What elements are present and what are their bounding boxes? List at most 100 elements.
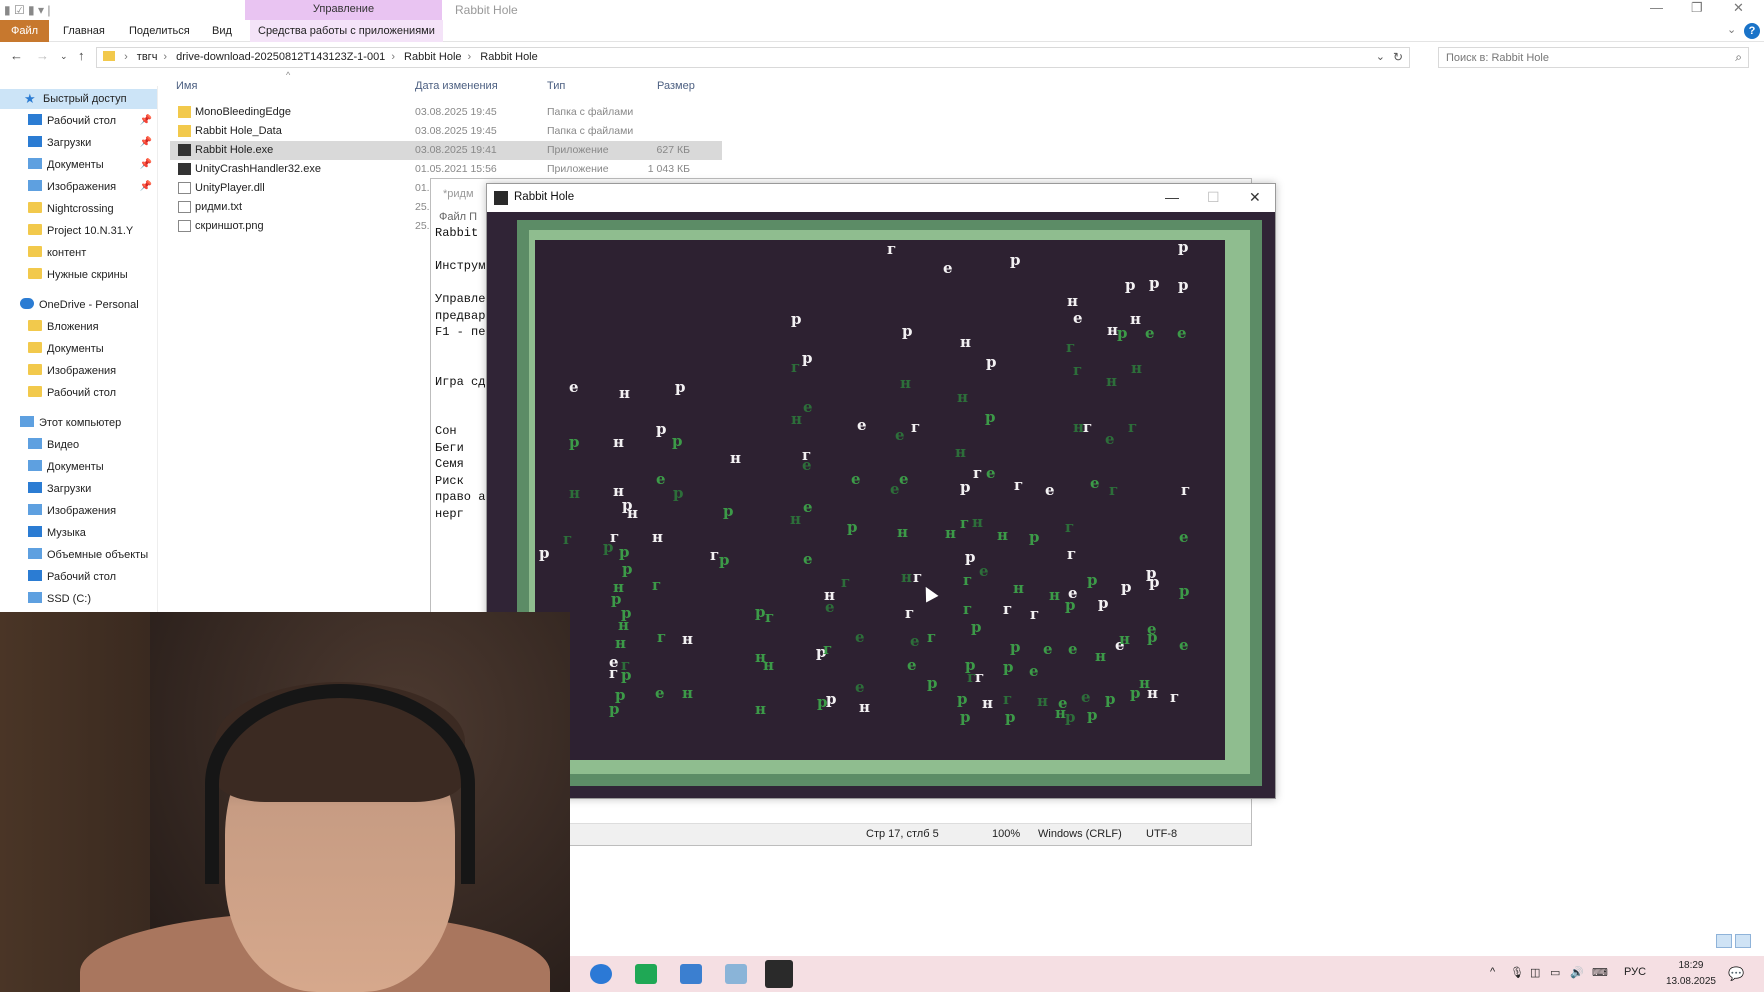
address-dropdown-icon[interactable]: ⌄ [1376, 50, 1385, 63]
sidebar-item[interactable]: Рабочий стол [28, 383, 116, 403]
tab-share[interactable]: Поделиться [121, 20, 198, 42]
sidebar-item[interactable]: Загрузки [28, 479, 91, 499]
board-glyph: е [656, 470, 666, 488]
board-glyph: р [1003, 658, 1014, 676]
tab-home[interactable]: Главная [55, 20, 113, 42]
board-glyph: р [621, 666, 632, 684]
file-row-selected[interactable]: Rabbit Hole.exe 03.08.2025 19:41 Приложе… [170, 141, 722, 160]
tab-file[interactable]: Файл [0, 20, 49, 42]
file-row[interactable]: MonoBleedingEdge 03.08.2025 19:45 Папка … [170, 103, 722, 122]
sidebar-item[interactable]: Изображения [28, 361, 116, 381]
volume-icon[interactable]: 🔊 [1570, 966, 1584, 979]
breadcrumb-item[interactable]: drive-download-20250812T143123Z-1-001 [176, 51, 385, 63]
forward-icon[interactable]: → [36, 48, 49, 63]
sidebar-this-pc[interactable]: Этот компьютер [20, 413, 121, 433]
board-glyph: г [1073, 361, 1083, 379]
breadcrumb-item[interactable]: твгч [137, 51, 158, 63]
help-icon[interactable]: ? [1744, 23, 1760, 39]
sidebar-item[interactable]: Документы [28, 339, 104, 359]
microphone-icon[interactable]: 🎙 [1510, 966, 1524, 979]
board-glyph: р [802, 349, 813, 367]
details-view-icon[interactable] [1716, 934, 1732, 948]
sidebar-item[interactable]: Вложения [28, 317, 99, 337]
column-header-type[interactable]: Тип [547, 80, 565, 92]
sidebar-item[interactable]: Загрузки 📌 [28, 133, 152, 153]
board-glyph: р [960, 708, 971, 726]
close-icon[interactable]: ✕ [1249, 189, 1261, 206]
sidebar-item[interactable]: Рабочий стол 📌 [28, 111, 152, 131]
sidebar-item[interactable]: Объемные объекты [28, 545, 148, 565]
close-icon[interactable]: ✕ [1733, 0, 1744, 16]
keyboard-icon[interactable]: ⌨ [1592, 966, 1608, 979]
minimize-icon[interactable]: — [1650, 0, 1663, 15]
folder-icon [28, 202, 42, 213]
address-bar[interactable]: › твгч › drive-download-20250812T143123Z-… [96, 47, 1410, 68]
network-icon[interactable]: ▭ [1550, 966, 1560, 979]
sidebar-item[interactable]: контент [28, 243, 86, 263]
tray-overflow-icon[interactable]: ^ [1490, 966, 1495, 978]
column-header-date[interactable]: Дата изменения [415, 80, 498, 92]
sidebar-item[interactable]: SSD (C:) [28, 589, 91, 609]
sidebar-onedrive[interactable]: OneDrive - Personal [20, 295, 139, 315]
language-indicator[interactable]: РУС [1624, 966, 1646, 978]
sidebar-item[interactable]: Project 10.N.31.Y [28, 221, 133, 241]
game-board[interactable]: г е р р н р р р е н н р е е р р н р р г … [535, 240, 1225, 760]
board-glyph: е [1073, 309, 1083, 327]
restore-icon[interactable]: ❐ [1691, 0, 1703, 16]
search-input[interactable]: Поиск в: Rabbit Hole ⌕ [1438, 47, 1749, 68]
maximize-icon[interactable]: ☐ [1207, 189, 1220, 206]
board-glyph: р [1065, 596, 1076, 614]
board-glyph: н [755, 700, 766, 718]
file-row[interactable]: Rabbit Hole_Data 03.08.2025 19:45 Папка … [170, 122, 722, 141]
browser-icon[interactable] [590, 964, 612, 984]
sidebar-item[interactable]: Изображения [28, 501, 116, 521]
game-window[interactable]: Rabbit Hole — ☐ ✕ г е р р н р р р е н н … [486, 183, 1276, 799]
sidebar-item[interactable]: Изображения 📌 [28, 177, 152, 197]
minimize-icon[interactable]: — [1165, 189, 1179, 205]
tab-app-tools[interactable]: Средства работы с приложениями [250, 20, 443, 42]
recent-locations-icon[interactable]: ⌄ [60, 51, 68, 62]
camera-icon[interactable]: ◫ [1530, 966, 1540, 979]
pin-icon: 📌 [139, 115, 152, 126]
large-icons-view-icon[interactable] [1735, 934, 1751, 948]
explorer-taskbar-icon[interactable] [680, 964, 702, 984]
folder-icon [178, 106, 191, 118]
column-header-size[interactable]: Размер [657, 80, 695, 92]
sidebar-quick-access[interactable]: ★ Быстрый доступ [0, 89, 157, 109]
pin-icon: 📌 [139, 159, 152, 170]
sidebar-item[interactable]: Документы 📌 [28, 155, 152, 175]
sidebar-item[interactable]: Видео [28, 435, 79, 455]
search-icon: ⌕ [1735, 50, 1742, 64]
rabbit-hole-taskbar-icon[interactable] [765, 960, 793, 988]
notepad-title: *ридм [443, 188, 474, 200]
board-glyph: н [1037, 692, 1048, 710]
sidebar-item[interactable]: Рабочий стол [28, 567, 116, 587]
breadcrumb-item[interactable]: Rabbit Hole [404, 51, 461, 63]
column-header-name[interactable]: Имя [176, 80, 197, 92]
board-glyph: е [803, 550, 813, 568]
clock[interactable]: 18:29 13.08.2025 [1666, 958, 1716, 990]
notepad-text[interactable]: Rabbit Инструм Управле предвар F1 - пе Игр… [435, 225, 485, 522]
sidebar-item[interactable]: Нужные скрины [28, 265, 128, 285]
notification-icon[interactable]: 💬 [1728, 966, 1744, 982]
board-glyph: г [791, 358, 801, 376]
refresh-icon[interactable]: ↻ [1393, 50, 1403, 64]
sidebar-item[interactable]: Документы [28, 457, 104, 477]
messenger-icon[interactable] [635, 964, 657, 984]
notepad-taskbar-icon[interactable] [725, 964, 747, 984]
back-icon[interactable]: ← [10, 48, 23, 63]
file-row[interactable]: UnityCrashHandler32.exe 01.05.2021 15:56… [170, 160, 722, 179]
sidebar-item[interactable]: Музыка [28, 523, 86, 543]
game-canvas[interactable]: г е р р н р р р е н н р е е р р н р р г … [487, 212, 1275, 798]
expand-ribbon-icon[interactable]: ⌄ [1727, 23, 1736, 36]
board-glyph: г [710, 546, 720, 564]
breadcrumb-item[interactable]: Rabbit Hole [480, 51, 537, 63]
sidebar-item[interactable]: Nightcrossing [28, 199, 114, 219]
board-glyph: р [847, 518, 858, 536]
tab-view[interactable]: Вид [204, 20, 240, 42]
quick-access-toolbar[interactable]: ▮ ☑ ▮ ▾ | [4, 3, 50, 17]
board-glyph: р [1147, 628, 1158, 646]
up-icon[interactable]: ↑ [78, 48, 85, 63]
notepad-menu[interactable]: Файл П [439, 211, 477, 223]
board-glyph: е [855, 678, 865, 696]
